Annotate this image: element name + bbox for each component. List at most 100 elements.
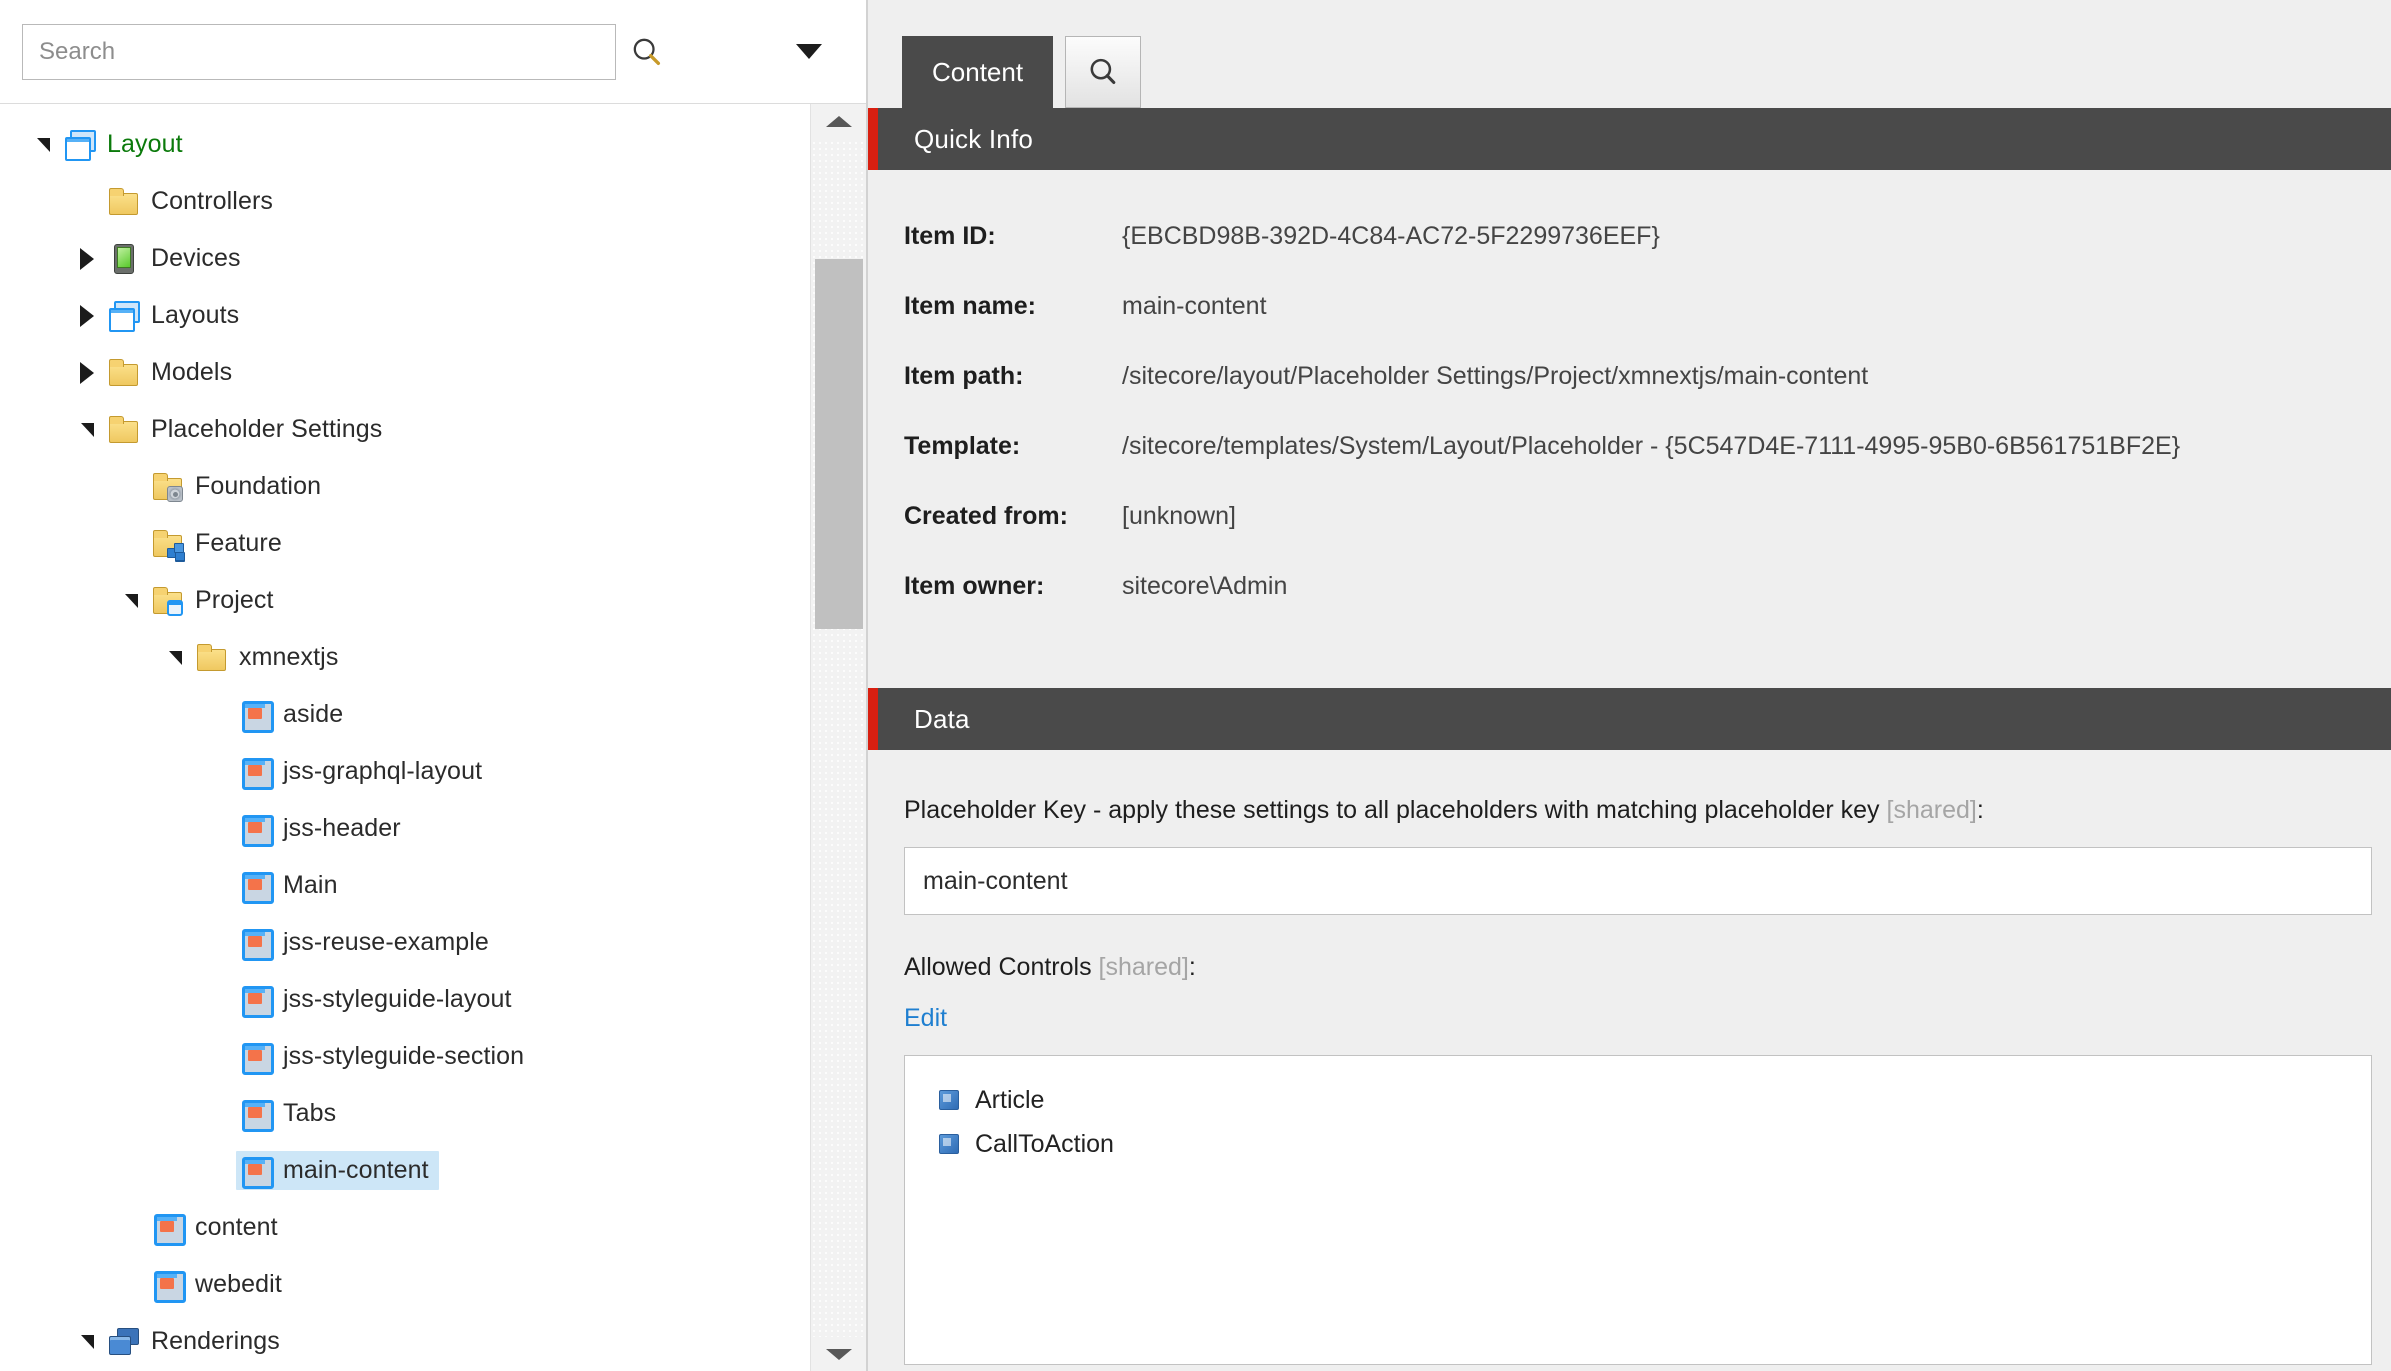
expander-collapsed-icon[interactable] <box>70 356 104 390</box>
tree-item-label: Placeholder Settings <box>151 415 382 444</box>
scrollbar-thumb[interactable] <box>815 259 863 629</box>
tree-item-label: jss-styleguide-section <box>283 1042 524 1071</box>
cubes-badge-icon <box>167 543 183 559</box>
tree-item-label: jss-graphql-layout <box>283 757 482 786</box>
quick-info-field-value: {EBCBD98B-392D-4C84-AC72-5F2299736EEF} <box>1122 222 1660 251</box>
tree-item-hitbox[interactable]: Layouts <box>104 296 249 335</box>
tree-item-hitbox[interactable]: Tabs <box>236 1094 346 1133</box>
tree-item-hitbox[interactable]: webedit <box>148 1265 292 1304</box>
tree-item-feature[interactable]: Feature <box>0 515 810 572</box>
allowed-controls-list[interactable]: Article CallToAction <box>904 1055 2372 1365</box>
tree-scroll-area: Layout Controllers Devices Layouts Models Pla… <box>0 104 810 1371</box>
placeholder-icon <box>240 756 270 786</box>
tree-item-tabs[interactable]: Tabs <box>0 1085 810 1142</box>
tree-item-main-content[interactable]: main-content <box>0 1142 810 1199</box>
tree-item-hitbox[interactable]: aside <box>236 695 353 734</box>
search-input[interactable] <box>22 24 616 80</box>
edit-allowed-controls-link[interactable]: Edit <box>868 1004 947 1033</box>
folder-icon <box>196 642 226 672</box>
tree-item-hitbox[interactable]: jss-styleguide-section <box>236 1037 534 1076</box>
tree-item-layout[interactable]: Layout <box>0 116 810 173</box>
expander-expanded-icon[interactable] <box>158 641 192 675</box>
expander-expanded-icon[interactable] <box>114 584 148 618</box>
tree-item-xmnextjs[interactable]: xmnextjs <box>0 629 810 686</box>
expander-collapsed-icon[interactable] <box>70 299 104 333</box>
tree-item-aside[interactable]: aside <box>0 686 810 743</box>
tree-item-jss-header[interactable]: jss-header <box>0 800 810 857</box>
scroll-down-arrow-icon[interactable] <box>811 1337 866 1371</box>
expander-expanded-icon[interactable] <box>70 1325 104 1359</box>
quick-info-header[interactable]: Quick Info <box>868 108 2391 170</box>
tree-item-hitbox[interactable]: Project <box>148 581 284 620</box>
scroll-up-arrow-icon[interactable] <box>811 104 866 138</box>
tree-item-hitbox[interactable]: Renderings <box>104 1322 290 1361</box>
tree-item-hitbox[interactable]: Placeholder Settings <box>104 410 392 449</box>
data-section-body: Placeholder Key - apply these settings t… <box>868 750 2391 1365</box>
tree-item-main[interactable]: Main <box>0 857 810 914</box>
tree-item-devices[interactable]: Devices <box>0 230 810 287</box>
tree-item-hitbox[interactable]: Main <box>236 866 348 905</box>
tree-item-foundation[interactable]: Foundation <box>0 458 810 515</box>
tree-item-jss-graphql-layout[interactable]: jss-graphql-layout <box>0 743 810 800</box>
tree-vertical-scrollbar[interactable] <box>810 104 866 1371</box>
placeholder-key-label-text: Placeholder Key - apply these settings t… <box>904 796 1880 824</box>
expander-collapsed-icon[interactable] <box>70 242 104 276</box>
tree-item-jss-reuse-example[interactable]: jss-reuse-example <box>0 914 810 971</box>
placeholder-icon <box>240 1041 270 1071</box>
tree-item-webedit[interactable]: webedit <box>0 1256 810 1313</box>
tree-region: Layout Controllers Devices Layouts Models Pla… <box>0 104 866 1371</box>
folder-icon <box>108 186 138 216</box>
tree-item-controllers[interactable]: Controllers <box>0 173 810 230</box>
allowed-control-item[interactable]: CallToAction <box>939 1122 2371 1166</box>
rendering-icon <box>939 1134 959 1154</box>
tree-item-hitbox[interactable]: jss-styleguide-layout <box>236 980 522 1019</box>
placeholder-titlebar <box>245 1046 265 1050</box>
twisty-triangle <box>81 423 94 437</box>
tree-item-hitbox[interactable]: xmnextjs <box>192 638 348 677</box>
quick-info-row: Item owner:sitecore\Admin <box>868 572 2391 642</box>
tree-item-jss-styleguide-layout[interactable]: jss-styleguide-layout <box>0 971 810 1028</box>
tree-item-label: aside <box>283 700 343 729</box>
twisty-triangle <box>37 138 50 152</box>
search-icon[interactable] <box>616 24 678 80</box>
placeholder-titlebar <box>245 1103 265 1107</box>
tree-item-project[interactable]: Project <box>0 572 810 629</box>
tab-search-button[interactable] <box>1065 36 1141 108</box>
window-badge-icon <box>167 600 183 616</box>
placeholder-titlebar <box>245 704 265 708</box>
tab-content-label: Content <box>932 57 1023 88</box>
tree-item-renderings[interactable]: Renderings <box>0 1313 810 1370</box>
tree-item-hitbox[interactable]: jss-header <box>236 809 411 848</box>
expander-expanded-icon[interactable] <box>26 128 60 162</box>
tree-item-hitbox[interactable]: Feature <box>148 524 292 563</box>
placeholder-key-input[interactable]: main-content <box>904 847 2372 915</box>
tree-item-hitbox[interactable]: Models <box>104 353 242 392</box>
tree-item-hitbox[interactable]: main-content <box>236 1151 439 1190</box>
tree-item-hitbox[interactable]: Controllers <box>104 182 283 221</box>
tree-item-hitbox[interactable]: jss-reuse-example <box>236 923 499 962</box>
tree-item-hitbox[interactable]: jss-graphql-layout <box>236 752 492 791</box>
item-editor-pane: Content Quick Info Item ID:{EBCBD98B-392… <box>868 0 2391 1371</box>
quick-info-title: Quick Info <box>914 124 1033 155</box>
twisty-triangle <box>125 594 138 608</box>
chevron-down-icon[interactable] <box>774 24 844 80</box>
data-section-header[interactable]: Data <box>868 688 2391 750</box>
allowed-control-item[interactable]: Article <box>939 1078 2371 1122</box>
tree-item-hitbox[interactable]: Foundation <box>148 467 331 506</box>
placeholder-key-shared-tag: [shared] <box>1887 796 1977 824</box>
placeholder-titlebar <box>245 932 265 936</box>
placeholder-key-label: Placeholder Key - apply these settings t… <box>868 796 2391 825</box>
folder-cubes-icon <box>152 528 182 558</box>
tree-item-hitbox[interactable]: content <box>148 1208 288 1247</box>
tree-item-placeholder-settings[interactable]: Placeholder Settings <box>0 401 810 458</box>
tree-item-hitbox[interactable]: Layout <box>60 125 193 164</box>
expander-expanded-icon[interactable] <box>70 413 104 447</box>
allowed-control-label: CallToAction <box>975 1130 1114 1159</box>
tab-content[interactable]: Content <box>902 36 1053 108</box>
tree-item-models[interactable]: Models <box>0 344 810 401</box>
tree-item-hitbox[interactable]: Devices <box>104 239 251 278</box>
tree-item-content[interactable]: content <box>0 1199 810 1256</box>
layouts-icon <box>108 300 138 330</box>
tree-item-layouts[interactable]: Layouts <box>0 287 810 344</box>
tree-item-jss-styleguide-section[interactable]: jss-styleguide-section <box>0 1028 810 1085</box>
